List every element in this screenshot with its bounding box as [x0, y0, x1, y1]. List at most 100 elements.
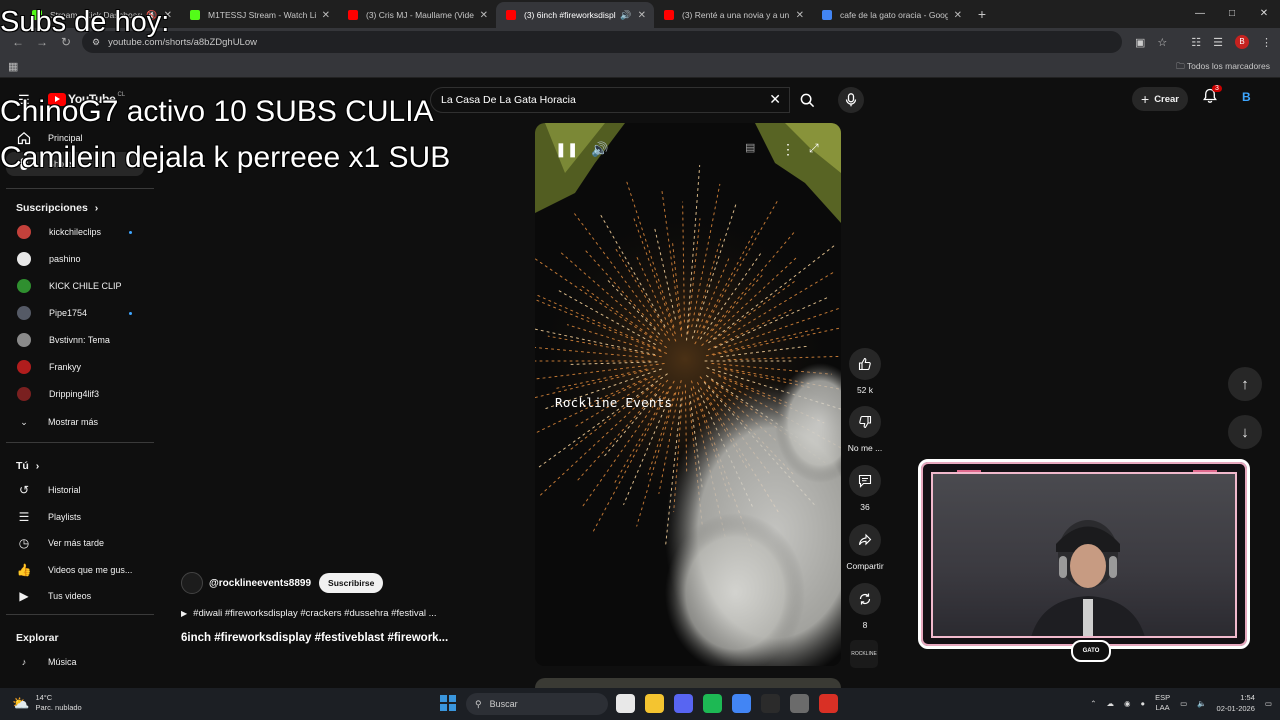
pause-icon[interactable]: ❚❚	[555, 141, 578, 158]
notifications-tray-icon[interactable]: ▭	[1265, 699, 1272, 708]
more-options-icon[interactable]: ⋮	[781, 141, 795, 158]
taskbar-app-icon[interactable]	[703, 694, 722, 713]
streamer-figure	[1031, 520, 1145, 636]
taskbar-app-icon[interactable]	[819, 694, 838, 713]
previous-short-button[interactable]: ↑	[1228, 367, 1262, 401]
mic-tray-icon[interactable]: ●	[1141, 699, 1146, 708]
close-tab-icon[interactable]: ✕	[638, 10, 646, 21]
apps-grid-icon[interactable]: ▦	[8, 60, 18, 73]
sidebar-item-label: Ver más tarde	[48, 538, 105, 549]
clock[interactable]: 1:54 02-01-2026	[1217, 692, 1255, 714]
voice-search-button[interactable]	[838, 87, 864, 113]
create-button[interactable]: + Crear	[1132, 87, 1189, 111]
display-icon[interactable]: ▭	[1180, 699, 1187, 708]
browser-tab[interactable]: (3) Renté a una novia y a un ho ✕	[654, 2, 812, 28]
channel-handle[interactable]: @rocklineevents8899	[209, 578, 311, 589]
subscription-item[interactable]: pashino	[0, 247, 154, 271]
clear-search-icon[interactable]: ✕	[769, 91, 781, 108]
sidebar-item-your-videos[interactable]: ▶ Tus videos	[0, 584, 154, 608]
taskbar-search[interactable]: ⚲ Buscar	[466, 693, 608, 715]
chevron-right-icon: ›	[94, 202, 99, 214]
notifications-button[interactable]: 3	[1202, 85, 1222, 108]
wifi-icon[interactable]: ◉	[1124, 699, 1131, 708]
cast-icon[interactable]: ▣	[1135, 36, 1145, 49]
captions-icon[interactable]: ▤	[745, 141, 755, 154]
subscription-item[interactable]: Dripping4lif3	[0, 382, 154, 406]
shorts-video-player[interactable]: Rockline Events ❚❚ 🔊 ▤ ⋮ ⤢	[535, 123, 841, 666]
taskbar-app-icon[interactable]	[674, 694, 693, 713]
volume-icon[interactable]: 🔊	[591, 141, 608, 158]
taskbar-app-icon[interactable]	[616, 694, 635, 713]
channel-avatar	[17, 387, 31, 401]
sidebar-item-history[interactable]: ↺ Historial	[0, 478, 154, 502]
taskbar-app-icon[interactable]	[761, 694, 780, 713]
taskbar-app-icon[interactable]	[732, 694, 751, 713]
like-button[interactable]	[849, 348, 881, 380]
tray-chevron-icon[interactable]: ⌃	[1090, 699, 1096, 708]
short-title[interactable]: 6inch #fireworksdisplay #festiveblast #f…	[181, 632, 501, 644]
next-short-button[interactable]: ↓	[1228, 415, 1262, 449]
subscription-item[interactable]: Bvstivnn: Tema	[0, 328, 154, 352]
profile-avatar[interactable]: B	[1235, 35, 1249, 49]
subscription-item[interactable]: kickchileclips	[0, 220, 154, 244]
subscription-name: pashino	[49, 254, 81, 264]
clock-time: 1:54	[1240, 693, 1255, 702]
language-indicator[interactable]: ESP LAA	[1155, 693, 1170, 713]
browser-tab[interactable]: cafe de la gato oracia - Google ✕	[812, 2, 970, 28]
taskbar-app-icon[interactable]	[645, 694, 664, 713]
search-input[interactable]: La Casa De La Gata Horacia ✕	[430, 87, 790, 113]
subscription-item[interactable]: Pipe1754	[0, 301, 154, 325]
all-bookmarks-link[interactable]: 🗀 Todos los marcadores	[1176, 61, 1270, 75]
comments-button[interactable]	[849, 465, 881, 497]
dislike-button[interactable]	[849, 406, 881, 438]
close-tab-icon[interactable]: ✕	[322, 10, 330, 21]
speaker-icon[interactable]: 🔈	[1197, 699, 1206, 708]
channel-avatar	[17, 252, 31, 266]
fullscreen-icon[interactable]: ⤢	[809, 141, 819, 156]
webcam-overlay: GATO	[918, 459, 1250, 662]
share-button[interactable]	[849, 524, 881, 556]
minimize-button[interactable]: —	[1184, 0, 1216, 28]
account-avatar[interactable]: B	[1242, 90, 1251, 104]
close-window-button[interactable]: ✕	[1248, 0, 1280, 28]
sidebar-item-playlists[interactable]: ☰ Playlists	[0, 505, 154, 529]
extensions-icon[interactable]: ☷	[1191, 36, 1201, 49]
close-tab-icon[interactable]: ✕	[796, 10, 804, 21]
sidebar-item-watch-later[interactable]: ◷ Ver más tarde	[0, 531, 154, 555]
new-tab-button[interactable]: +	[970, 6, 994, 22]
media-control-icon[interactable]: ☰	[1213, 36, 1223, 49]
sidebar-item-music[interactable]: ♪ Música	[0, 650, 154, 674]
comment-count: 36	[860, 502, 870, 512]
sidebar-item-liked[interactable]: 👍 Videos que me gus...	[0, 558, 154, 582]
network-icon[interactable]: ☁	[1107, 699, 1115, 708]
browser-tab[interactable]: M1TESSJ Stream - Watch Live o ✕	[180, 2, 338, 28]
subscription-item[interactable]: Frankyy	[0, 355, 154, 379]
subscription-item[interactable]: KICK CHILE CLIP	[0, 274, 154, 298]
browser-tab[interactable]: (3) Cris MJ - Maullame (Video C ✕	[338, 2, 496, 28]
sidebar-divider	[6, 442, 154, 443]
music-icon: ♪	[21, 657, 27, 667]
start-button[interactable]	[440, 695, 456, 711]
close-tab-icon[interactable]: ✕	[954, 10, 962, 21]
channel-audio-thumbnail[interactable]: ROCKLINE	[850, 640, 878, 668]
search-button[interactable]	[790, 87, 824, 113]
remix-button[interactable]	[849, 583, 881, 615]
subscribe-button[interactable]: Suscribirse	[319, 573, 384, 593]
browser-menu-icon[interactable]: ⋮	[1261, 36, 1272, 49]
taskbar-app-icon[interactable]	[790, 694, 809, 713]
sidebar-divider	[6, 188, 154, 189]
channel-avatar[interactable]	[181, 572, 203, 594]
audio-icon[interactable]: 🔊	[620, 10, 631, 21]
browser-tab[interactable]: (3) 6inch #fireworksdisplay 🔊 ✕	[496, 2, 654, 28]
weather-widget[interactable]: ⛅ 14°C Parc. nublado	[12, 693, 82, 713]
bookmark-star-icon[interactable]: ☆	[1157, 36, 1167, 49]
all-bookmarks-label: Todos los marcadores	[1186, 61, 1270, 71]
short-tags[interactable]: ▶ #diwali #fireworksdisplay #crackers #du…	[181, 608, 501, 619]
you-heading[interactable]: Tú ›	[16, 460, 39, 472]
url-bar[interactable]: ⚙ youtube.com/shorts/a8bZDghULow	[82, 31, 1122, 53]
remix-action: 8	[842, 583, 888, 630]
show-more-button[interactable]: ⌄ Mostrar más	[0, 410, 154, 434]
close-tab-icon[interactable]: ✕	[480, 10, 488, 21]
restore-button[interactable]: □	[1216, 0, 1248, 28]
subscriptions-heading[interactable]: Suscripciones ›	[16, 202, 98, 214]
